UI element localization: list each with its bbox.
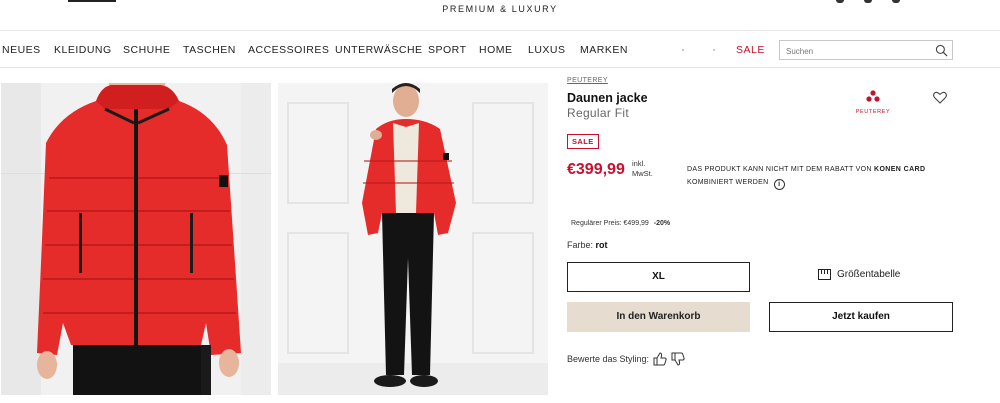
search-box[interactable] [779,40,953,61]
discount-note-suffix: KOMBINIERT WERDEN [687,179,769,186]
peuterey-logo-icon [866,90,880,102]
phone-icon[interactable] [864,0,872,3]
add-to-cart-button[interactable]: In den Warenkorb [567,302,750,332]
header-icons [836,0,900,3]
regular-price-label: Regulärer Preis: €499,99 [571,220,649,227]
nav-item-sale[interactable]: SALE [736,44,765,56]
store-tagline: PREMIUM & LUXURY [442,4,558,14]
product-image-fullbody[interactable] [278,83,548,395]
nav-item-neues[interactable]: NEUES [2,44,41,56]
discount-note-prefix: DAS PRODUKT KANN NICHT MIT DEM RABATT VO… [687,166,872,173]
nav-item-marken[interactable]: MARKEN [580,44,628,56]
sale-price: €399,99 [567,161,625,178]
discount-notice: DAS PRODUKT KANN NICHT MIT DEM RABATT VO… [687,163,957,190]
size-selector[interactable]: XL [567,262,750,292]
nav-item-kleidung[interactable]: KLEIDUNG [54,44,112,56]
thumbs-down-icon[interactable] [671,352,685,366]
product-image-closeup[interactable] [1,83,271,395]
ruler-icon [818,269,831,280]
regular-price-discount: -20% [653,220,671,227]
rate-label: Bewerte das Styling: [567,354,650,364]
brand-link[interactable]: PEUTEREY [567,77,608,84]
thumbs-up-icon[interactable] [653,352,667,366]
color-value: rot [595,240,608,250]
nav-item-unterwaesche[interactable]: UNTERWÄSCHE [335,44,423,56]
regular-price: Regulärer Preis: €499,99 -20% [571,220,670,227]
location-icon[interactable] [836,0,844,3]
nav-item-taschen[interactable]: TASCHEN [183,44,236,56]
nav-placeholder-dot [682,49,684,51]
style-rating: Bewerte das Styling: [567,352,685,366]
discount-card-name: KONEN CARD [873,166,926,173]
search-input[interactable] [780,42,925,61]
color-label: Farbe: [567,240,594,250]
nav-item-schuhe[interactable]: SCHUHE [123,44,170,56]
main-navigation: NEUES KLEIDUNG SCHUHE TASCHEN ACCESSOIRE… [0,30,1000,68]
size-guide-link[interactable]: Größentabelle [818,269,900,280]
heart-icon[interactable] [933,91,947,104]
search-icon[interactable] [935,44,948,57]
product-title: Daunen jacke [567,91,648,105]
product-fit: Regular Fit [567,106,629,120]
vat-note: inkl. MwSt. [632,159,653,178]
buy-now-button[interactable]: Jetzt kaufen [769,302,953,332]
sale-badge: SALE [567,134,599,149]
brand-logo-text: PEUTEREY [855,109,891,115]
account-icon[interactable] [892,0,900,3]
top-bar: PREMIUM & LUXURY [0,0,1000,30]
logo-fragment[interactable] [68,0,116,2]
color-info: Farbe: rot [567,240,608,250]
brand-logo[interactable]: PEUTEREY [852,89,894,115]
info-icon[interactable]: i [773,179,785,190]
nav-item-accessoires[interactable]: ACCESSOIRES [248,44,329,56]
nav-item-sport[interactable]: SPORT [428,44,466,56]
nav-placeholder-dot [713,49,715,51]
nav-item-home[interactable]: HOME [479,44,513,56]
size-guide-label: Größentabelle [837,269,901,280]
nav-item-luxus[interactable]: LUXUS [528,44,566,56]
